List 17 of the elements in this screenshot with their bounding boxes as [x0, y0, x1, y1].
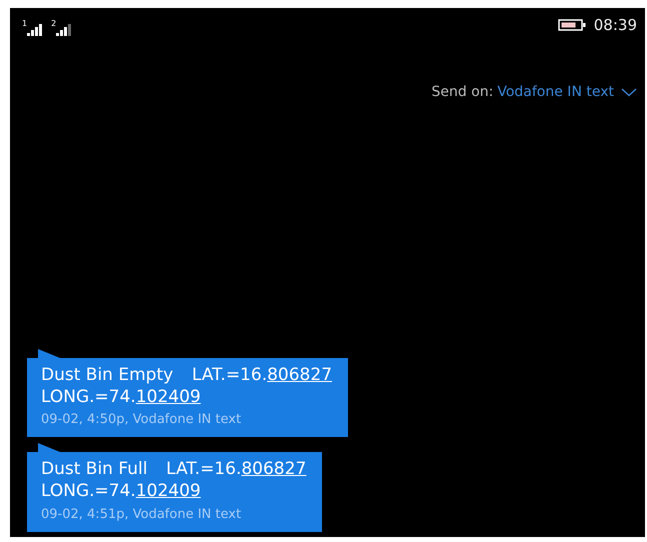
coordinate-link[interactable]: 102409 [136, 386, 201, 407]
message-meta: 09-02, 4:50p, Vodafone IN text [41, 410, 242, 429]
message-text: Dust Bin Empty LAT.=16.806827 LONG.=74.102409 [41, 364, 332, 408]
clock-time: 08:39 [594, 14, 637, 36]
sim-selector[interactable]: Vodafone IN text [497, 82, 614, 103]
send-on-label: Send on: [431, 83, 494, 102]
sim-label: 1 [22, 20, 28, 28]
coordinate-link[interactable]: 806827 [267, 364, 332, 385]
battery-icon [558, 19, 586, 31]
message-meta: 09-02, 4:51p, Vodafone IN text [41, 506, 242, 524]
signal-icon [27, 24, 44, 36]
sim-label: 2 [51, 20, 56, 28]
signal-icon [56, 24, 72, 36]
chevron-down-icon[interactable] [621, 88, 637, 97]
coordinate-link[interactable]: 102409 [136, 481, 201, 502]
coordinate-link[interactable]: 806827 [241, 459, 306, 480]
message-text: Dust Bin Full LAT.=16.806827 LONG.=74.102409 [41, 458, 306, 502]
